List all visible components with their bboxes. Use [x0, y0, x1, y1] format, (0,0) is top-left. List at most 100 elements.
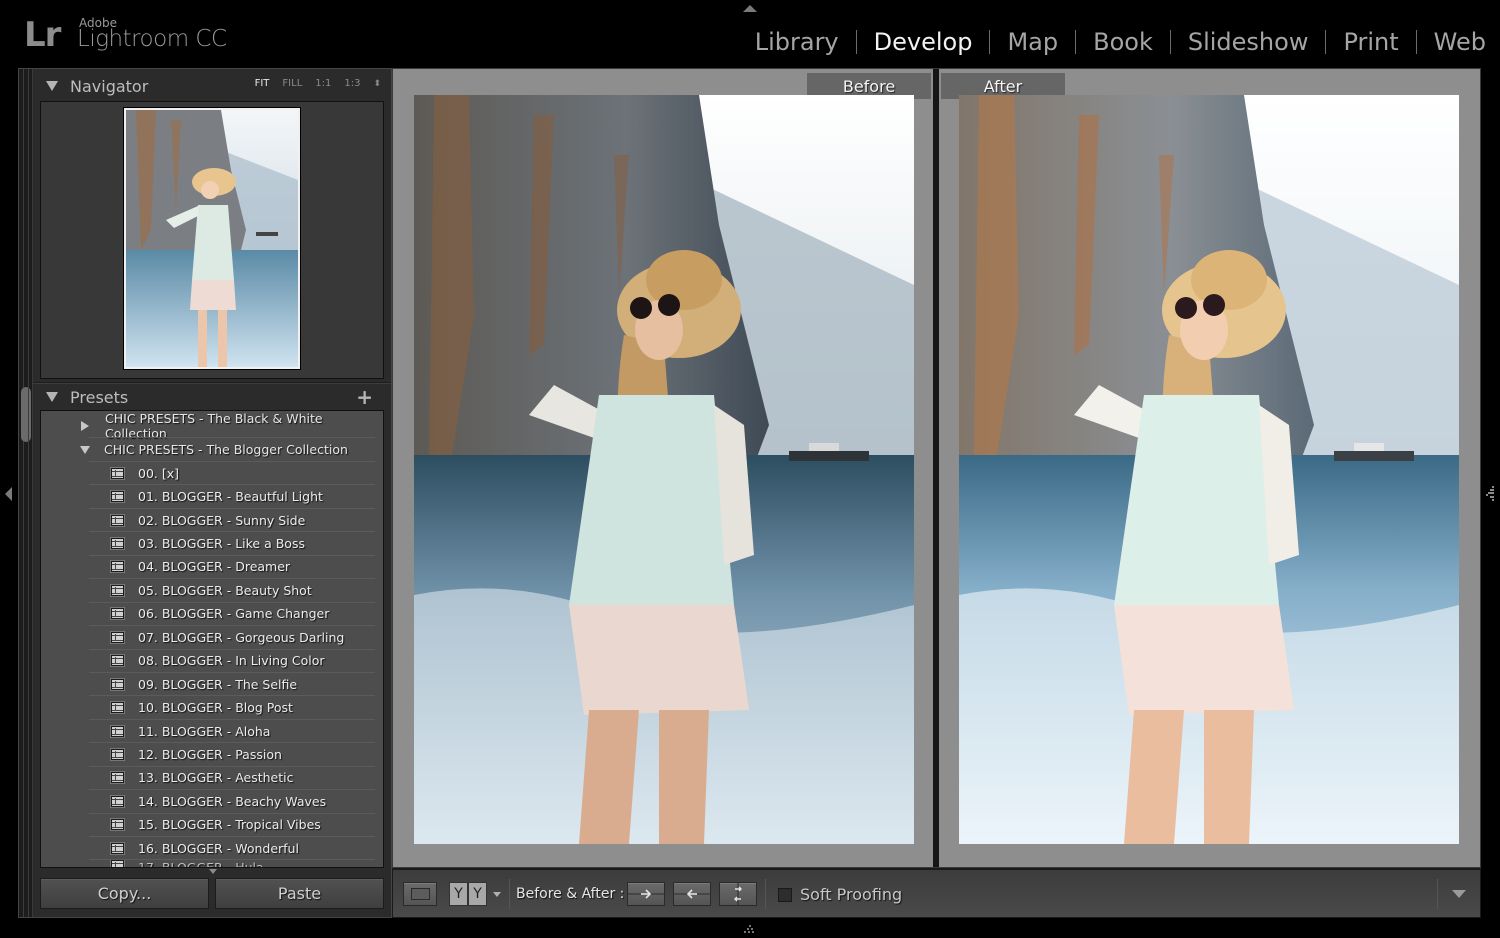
- preset-label: 11. BLOGGER - Aloha: [138, 723, 271, 739]
- toolbar-separator: [509, 879, 510, 909]
- preset-label: 12. BLOGGER - Passion: [138, 746, 282, 762]
- module-picker: Library Develop Map Book Slideshow Print…: [755, 28, 1486, 56]
- preset-icon: [111, 860, 124, 867]
- zoom-1-3[interactable]: 1:3: [344, 78, 360, 89]
- module-library[interactable]: Library: [755, 28, 839, 56]
- left-panel-toggle-icon[interactable]: [5, 487, 12, 501]
- preset-label: 17. BLOGGER - Hula: [138, 860, 264, 868]
- preset-item[interactable]: 10. BLOGGER - Blog Post: [89, 696, 375, 720]
- after-photo[interactable]: [959, 95, 1459, 844]
- preset-label: 02. BLOGGER - Sunny Side: [138, 512, 306, 528]
- module-book[interactable]: Book: [1093, 28, 1153, 56]
- preset-item[interactable]: 03. BLOGGER - Like a Boss: [89, 532, 375, 556]
- preset-icon: [111, 678, 124, 690]
- copy-before-to-after-button[interactable]: [627, 882, 665, 906]
- preset-icon: [111, 467, 124, 479]
- top-panel-toggle-icon[interactable]: [743, 5, 757, 12]
- navigator-title: Navigator: [70, 76, 149, 96]
- preset-label: 01. BLOGGER - Beautful Light: [138, 489, 323, 505]
- expand-triangle-icon[interactable]: [81, 420, 89, 431]
- preset-label: 09. BLOGGER - The Selfie: [138, 676, 298, 692]
- preset-item[interactable]: 09. BLOGGER - The Selfie: [89, 673, 375, 697]
- preset-folder-blogger[interactable]: CHIC PRESETS - The Blogger Collection: [80, 438, 348, 461]
- preset-label: 10. BLOGGER - Blog Post: [138, 700, 293, 716]
- left-panel: Navigator FIT FILL 1:1 1:3 ⬍ Presets + C…: [18, 68, 392, 918]
- copy-after-to-before-button[interactable]: [673, 882, 711, 906]
- preset-item[interactable]: 12. BLOGGER - Passion: [89, 743, 375, 767]
- loupe-view-icon: [411, 888, 430, 900]
- brand-name: Lightroom CC: [77, 26, 227, 52]
- preset-item[interactable]: 00. [x]: [89, 462, 375, 486]
- scrollbar-thumb[interactable]: [21, 387, 31, 442]
- preset-icon: [111, 772, 124, 784]
- presets-title: Presets: [70, 387, 129, 407]
- preset-icon: [111, 561, 124, 573]
- panel-end-marker-icon: [209, 869, 217, 874]
- zoom-fit[interactable]: FIT: [255, 78, 270, 89]
- swap-before-after-button[interactable]: [719, 882, 757, 906]
- left-panel-scrollbar[interactable]: [19, 69, 33, 917]
- paste-settings-button[interactable]: Paste: [215, 878, 384, 909]
- zoom-fill[interactable]: FILL: [282, 78, 302, 89]
- develop-toolbar: Y Y Before & After : Soft Proofing: [392, 868, 1481, 918]
- preset-item[interactable]: 01. BLOGGER - Beautful Light: [89, 485, 375, 509]
- preset-icon: [111, 608, 124, 620]
- preset-label: 14. BLOGGER - Beachy Waves: [138, 793, 327, 809]
- preset-icon: [111, 514, 124, 526]
- before-after-view: Before After: [392, 68, 1481, 868]
- preset-icon: [111, 842, 124, 854]
- module-slideshow[interactable]: Slideshow: [1188, 28, 1309, 56]
- lightroom-logo: Lr: [24, 15, 61, 55]
- preset-label: 07. BLOGGER - Gorgeous Darling: [138, 629, 345, 645]
- presets-header[interactable]: Presets +: [39, 383, 387, 411]
- navigator-header[interactable]: Navigator FIT FILL 1:1 1:3 ⬍: [39, 72, 387, 100]
- zoom-stepper-icon[interactable]: ⬍: [373, 79, 381, 88]
- preset-folder-bw[interactable]: CHIC PRESETS - The Black & White Collect…: [81, 411, 383, 441]
- module-separator: [1075, 30, 1077, 54]
- toolbar-content-menu-icon[interactable]: [1452, 890, 1466, 898]
- soft-proofing-checkbox[interactable]: [778, 888, 792, 902]
- preset-item[interactable]: 15. BLOGGER - Tropical Vibes: [89, 814, 375, 837]
- preset-folder-label: CHIC PRESETS - The Black & White Collect…: [105, 410, 323, 441]
- before-photo[interactable]: [414, 95, 914, 844]
- module-map[interactable]: Map: [1007, 28, 1058, 56]
- navigator-preview[interactable]: [40, 101, 384, 379]
- preset-item[interactable]: 02. BLOGGER - Sunny Side: [89, 509, 375, 533]
- navigator-thumbnail[interactable]: [123, 107, 301, 370]
- module-web[interactable]: Web: [1434, 28, 1486, 56]
- module-separator: [1415, 30, 1417, 54]
- module-develop[interactable]: Develop: [874, 28, 973, 56]
- collapse-triangle-icon[interactable]: [46, 392, 58, 402]
- preset-label: 00. [x]: [138, 465, 180, 481]
- zoom-1-1[interactable]: 1:1: [315, 78, 331, 89]
- plus-icon[interactable]: +: [356, 385, 373, 409]
- preset-item[interactable]: 11. BLOGGER - Aloha: [89, 720, 375, 744]
- collapse-triangle-icon[interactable]: [46, 81, 58, 91]
- preset-label: 15. BLOGGER - Tropical Vibes: [138, 817, 321, 833]
- loupe-view-button[interactable]: [403, 882, 437, 906]
- module-separator: [989, 30, 991, 54]
- preset-icon: [111, 584, 124, 596]
- preset-item[interactable]: 05. BLOGGER - Beauty Shot: [89, 579, 375, 603]
- right-panel-toggle-icon[interactable]: [1486, 485, 1495, 503]
- filmstrip-toggle-icon[interactable]: [742, 925, 758, 933]
- preset-item[interactable]: 17. BLOGGER - Hula: [89, 860, 375, 868]
- before-after-mode-button[interactable]: Y Y: [449, 882, 487, 906]
- preset-item[interactable]: 08. BLOGGER - In Living Color: [89, 650, 375, 673]
- preset-item[interactable]: 06. BLOGGER - Game Changer: [89, 603, 375, 627]
- preset-item[interactable]: 07. BLOGGER - Gorgeous Darling: [89, 626, 375, 650]
- module-print[interactable]: Print: [1343, 28, 1398, 56]
- preset-item[interactable]: 04. BLOGGER - Dreamer: [89, 556, 375, 580]
- preset-item[interactable]: 16. BLOGGER - Wonderful: [89, 837, 375, 861]
- preset-icon: [111, 631, 124, 643]
- soft-proofing-label[interactable]: Soft Proofing: [800, 885, 902, 904]
- preset-item[interactable]: 14. BLOGGER - Beachy Waves: [89, 790, 375, 814]
- copy-settings-button[interactable]: Copy...: [40, 878, 209, 909]
- after-y-icon: Y: [468, 882, 487, 906]
- view-mode-dropdown-icon[interactable]: [493, 892, 501, 897]
- navigator-zoom-options: FIT FILL 1:1 1:3 ⬍: [255, 78, 381, 89]
- preset-icon: [111, 725, 124, 737]
- toolbar-separator: [1437, 879, 1438, 909]
- preset-item[interactable]: 13. BLOGGER - Aesthetic: [89, 767, 375, 791]
- collapse-triangle-icon[interactable]: [80, 445, 90, 454]
